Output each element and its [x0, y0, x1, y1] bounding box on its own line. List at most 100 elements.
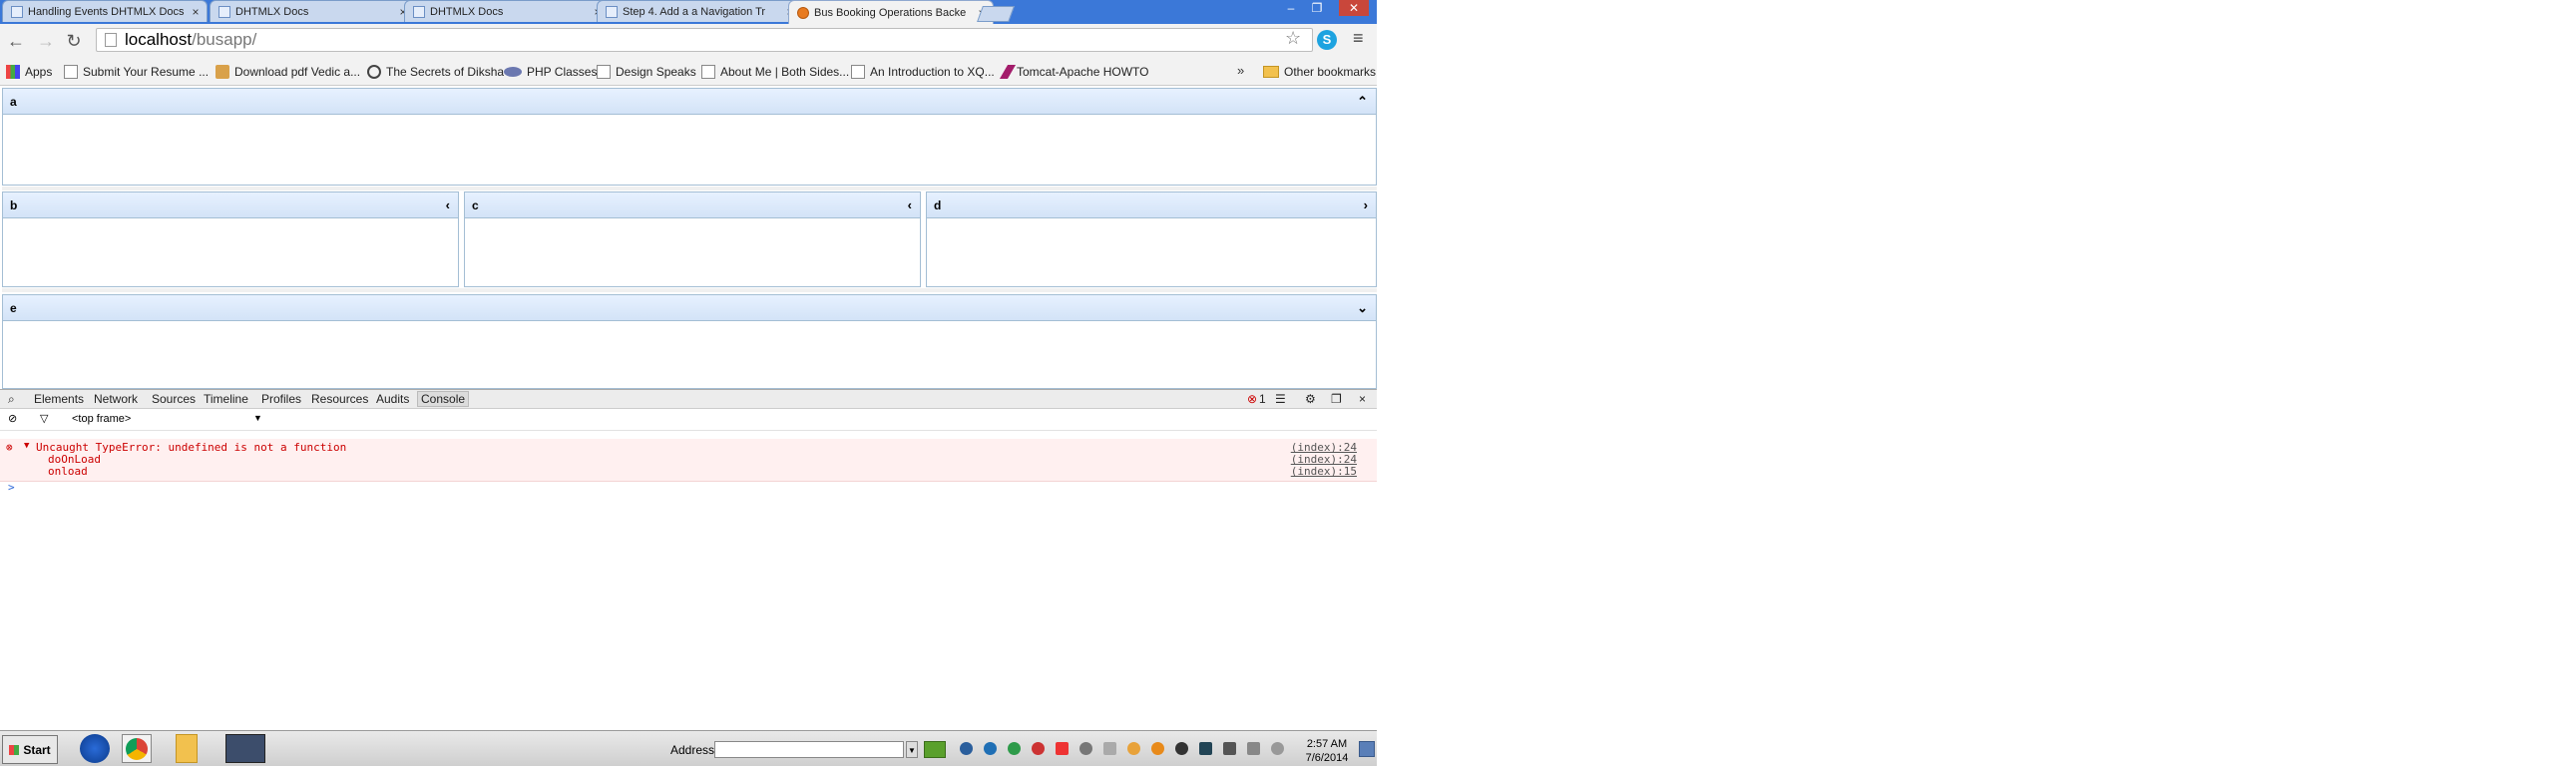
- forward-arrow-icon[interactable]: →: [36, 31, 56, 51]
- bookmarks-bar: Apps Submit Your Resume ... Download pdf…: [0, 58, 1377, 86]
- php-icon: [504, 67, 522, 77]
- devtools-tab-timeline[interactable]: Timeline: [204, 392, 248, 406]
- tray-icon[interactable]: [1032, 742, 1045, 755]
- expand-triangle-icon[interactable]: ▼: [24, 441, 29, 451]
- tray-icon[interactable]: [1127, 742, 1140, 755]
- devtools-tab-audits[interactable]: Audits: [376, 392, 409, 406]
- settings-gear-icon[interactable]: ⚙: [1305, 392, 1316, 406]
- show-desktop-icon[interactable]: [1359, 741, 1375, 757]
- internet-explorer-icon[interactable]: [80, 734, 110, 763]
- error-count-icon[interactable]: ⊗: [1247, 392, 1257, 406]
- collapse-up-icon[interactable]: ⌃: [1357, 94, 1368, 110]
- collapse-left-icon[interactable]: ‹: [446, 197, 450, 212]
- tray-icon[interactable]: [1199, 742, 1212, 755]
- page-icon: [851, 65, 865, 79]
- bookmarks-overflow-icon[interactable]: »: [1237, 63, 1244, 78]
- tray-icon[interactable]: [1175, 742, 1188, 755]
- back-arrow-icon[interactable]: ←: [6, 31, 26, 51]
- menu-icon[interactable]: ≡: [1353, 28, 1364, 49]
- address-bar[interactable]: localhost/busapp/: [96, 28, 1313, 52]
- start-button[interactable]: Start: [2, 735, 58, 764]
- cell-header[interactable]: b ‹: [3, 192, 458, 218]
- minimize-icon[interactable]: –: [1279, 0, 1303, 16]
- undock-icon[interactable]: ❐: [1331, 392, 1342, 406]
- bookmark-vedic[interactable]: Download pdf Vedic a...: [215, 63, 360, 81]
- devtools-close-icon[interactable]: ×: [1359, 392, 1366, 406]
- cell-header[interactable]: e ⌄: [3, 295, 1376, 321]
- bookmark-about-me[interactable]: About Me | Both Sides...: [701, 63, 849, 81]
- bookmark-resume[interactable]: Submit Your Resume ...: [64, 63, 209, 81]
- frame-select[interactable]: <top frame>: [72, 413, 131, 425]
- tray-icon[interactable]: [1008, 742, 1021, 755]
- row-resizer[interactable]: [2, 187, 1377, 191]
- tray-icon[interactable]: [1151, 742, 1164, 755]
- devtools-tab-profiles[interactable]: Profiles: [261, 392, 301, 406]
- address-toolbar-input[interactable]: [714, 741, 904, 758]
- show-drawer-icon[interactable]: ☰: [1275, 392, 1286, 406]
- devtools-tab-console[interactable]: Console: [417, 391, 470, 407]
- devtools-tab-resources[interactable]: Resources: [311, 392, 368, 406]
- tray-icon[interactable]: [1056, 742, 1069, 755]
- bookmark-diksha[interactable]: The Secrets of Diksha: [367, 63, 504, 81]
- clear-console-icon[interactable]: ⊘: [8, 412, 17, 425]
- network-icon[interactable]: [1247, 742, 1260, 755]
- page-icon: [606, 5, 618, 18]
- tray-icon[interactable]: [960, 742, 973, 755]
- new-tab-button[interactable]: [977, 6, 1015, 22]
- tab-handling-events[interactable]: Handling Events DHTMLX Docs ×: [2, 0, 208, 22]
- other-bookmarks[interactable]: Other bookmarks: [1263, 63, 1376, 81]
- cell-label: c: [472, 198, 479, 212]
- bookmark-star-icon[interactable]: ☆: [1285, 28, 1301, 49]
- system-clock[interactable]: 2:57 AM 7/6/2014: [1297, 737, 1357, 765]
- cell-header[interactable]: d ›: [927, 192, 1376, 218]
- folder-icon[interactable]: [176, 734, 198, 763]
- collapse-down-icon[interactable]: ⌄: [1357, 300, 1368, 316]
- collapse-left-icon[interactable]: ‹: [908, 197, 912, 212]
- frame-dropdown-icon[interactable]: ▼: [253, 413, 262, 423]
- tray-icon[interactable]: [1079, 742, 1092, 755]
- flag-icon[interactable]: [1103, 742, 1116, 755]
- screen: Handling Events DHTMLX Docs × DHTMLX Doc…: [0, 0, 1377, 766]
- address-toolbar-label: Address: [670, 743, 715, 757]
- reload-icon[interactable]: ↻: [64, 31, 84, 51]
- volume-icon[interactable]: [1271, 742, 1284, 755]
- close-icon[interactable]: ×: [189, 5, 203, 19]
- bookmark-design-speaks[interactable]: Design Speaks: [597, 63, 696, 81]
- chrome-taskbar-button[interactable]: [122, 734, 152, 763]
- bookmark-apps[interactable]: Apps: [6, 63, 52, 81]
- devtools-tab-elements[interactable]: Elements: [34, 392, 84, 406]
- restore-icon[interactable]: ❐: [1305, 0, 1329, 16]
- bookmark-php[interactable]: PHP Classes: [504, 63, 597, 81]
- error-count[interactable]: 1: [1259, 392, 1266, 406]
- url-path: /busapp/: [192, 30, 257, 49]
- cell-header[interactable]: c ‹: [465, 192, 920, 218]
- devtools-tab-network[interactable]: Network: [94, 392, 138, 406]
- cell-header[interactable]: a ⌃: [3, 89, 1376, 115]
- tab-bus-booking[interactable]: Bus Booking Operations Backe ×: [788, 0, 994, 24]
- address-dropdown-icon[interactable]: ▼: [906, 741, 918, 758]
- skype-icon[interactable]: S: [1317, 30, 1337, 50]
- bookmark-tomcat[interactable]: Tomcat-Apache HOWTO: [999, 63, 1148, 81]
- devtools-tabbar: ⌕ Elements Network Sources Timeline Prof…: [0, 389, 1377, 409]
- window-close-icon[interactable]: ✕: [1339, 0, 1369, 16]
- app-taskbar-button[interactable]: [225, 734, 265, 763]
- source-link[interactable]: (index):15: [1291, 465, 1357, 478]
- tray-icon[interactable]: [984, 742, 997, 755]
- go-icon[interactable]: [924, 741, 946, 758]
- devtools-tab-sources[interactable]: Sources: [152, 392, 196, 406]
- page-icon: [218, 5, 230, 18]
- stack-frame: onload: [48, 465, 88, 478]
- bookmark-xq[interactable]: An Introduction to XQ...: [851, 63, 995, 81]
- console-prompt[interactable]: >: [8, 481, 15, 494]
- collapse-right-icon[interactable]: ›: [1364, 197, 1368, 212]
- inspect-search-icon[interactable]: ⌕: [8, 392, 15, 407]
- bookmark-label: The Secrets of Diksha: [386, 65, 505, 79]
- tab-dhtmlx-docs-1[interactable]: DHTMLX Docs ×: [210, 0, 415, 22]
- page-icon: [64, 65, 78, 79]
- filter-icon[interactable]: ▽: [40, 412, 48, 425]
- bookmark-label: An Introduction to XQ...: [870, 65, 995, 79]
- row-resizer[interactable]: [2, 288, 1377, 292]
- monitor-icon[interactable]: [1223, 742, 1236, 755]
- tab-dhtmlx-docs-2[interactable]: DHTMLX Docs ×: [404, 0, 610, 22]
- tab-step-4[interactable]: Step 4. Add a a Navigation Tr ×: [597, 0, 802, 22]
